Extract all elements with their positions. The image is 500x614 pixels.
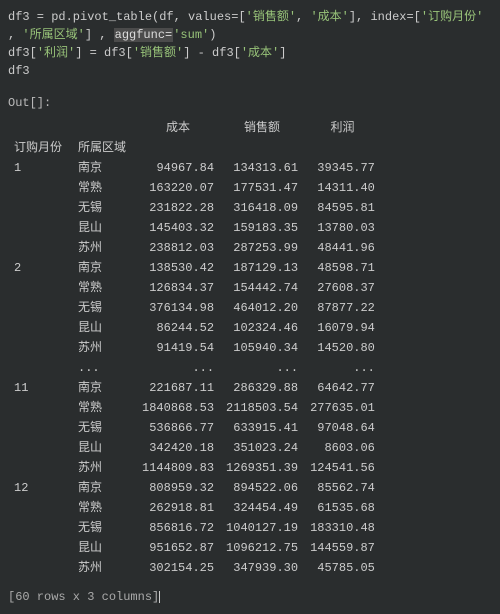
table-row: 常熟262918.81324454.4961535.68 [8,498,381,518]
selection-highlight: aggfunc= [114,28,174,42]
text-cursor [159,591,160,603]
idx-header-region: 所属区域 [72,138,136,158]
table-row: 昆山951652.871096212.75144559.87 [8,538,381,558]
idx-header-month: 订购月份 [8,138,72,158]
table-row: 12南京808959.32894522.0685562.74 [8,478,381,498]
ellipsis-row: ... ... ... ... [8,358,381,378]
table-row: 无锡536866.77633915.4197048.64 [8,418,381,438]
code-line-1: df3 = pd.pivot_table(df, values=['销售额', … [8,8,492,26]
table-row: 昆山86244.52102324.4616079.94 [8,318,381,338]
table-row: 苏州238812.03287253.9948441.96 [8,238,381,258]
code-line-4: df3 [8,62,492,80]
output-label: Out[]: [8,94,492,112]
table-row: 无锡231822.28316418.0984595.81 [8,198,381,218]
column-header-row: 成本 销售额 利润 [8,118,381,138]
table-row: 常熟126834.37154442.7427608.37 [8,278,381,298]
table-row: 常熟1840868.532118503.54277635.01 [8,398,381,418]
table-row: 11南京221687.11286329.8864642.77 [8,378,381,398]
col-header-sales: 销售额 [220,118,304,138]
col-header-profit: 利润 [304,118,381,138]
code-line-2: , '所属区域'] , aggfunc='sum') [8,26,492,44]
table-row: 1南京94967.84134313.6139345.77 [8,158,381,178]
table-row: 苏州302154.25347939.3045785.05 [8,558,381,578]
table-row: 常熟163220.07177531.4714311.40 [8,178,381,198]
table-row: 昆山145403.32159183.3513780.03 [8,218,381,238]
table-row: 无锡856816.721040127.19183310.48 [8,518,381,538]
col-header-cost: 成本 [136,118,220,138]
table-row: 2南京138530.42187129.1348598.71 [8,258,381,278]
shape-summary: [60 rows x 3 columns] [8,588,492,606]
index-header-row: 订购月份 所属区域 [8,138,381,158]
table-row: 苏州91419.54105940.3414520.80 [8,338,381,358]
table-row: 无锡376134.98464012.2087877.22 [8,298,381,318]
code-line-3: df3['利润'] = df3['销售额'] - df3['成本'] [8,44,492,62]
output-table: 成本 销售额 利润 订购月份 所属区域 1南京94967.84134313.61… [8,118,381,578]
table-row: 苏州1144809.831269351.39124541.56 [8,458,381,478]
table-row: 昆山342420.18351023.248603.06 [8,438,381,458]
